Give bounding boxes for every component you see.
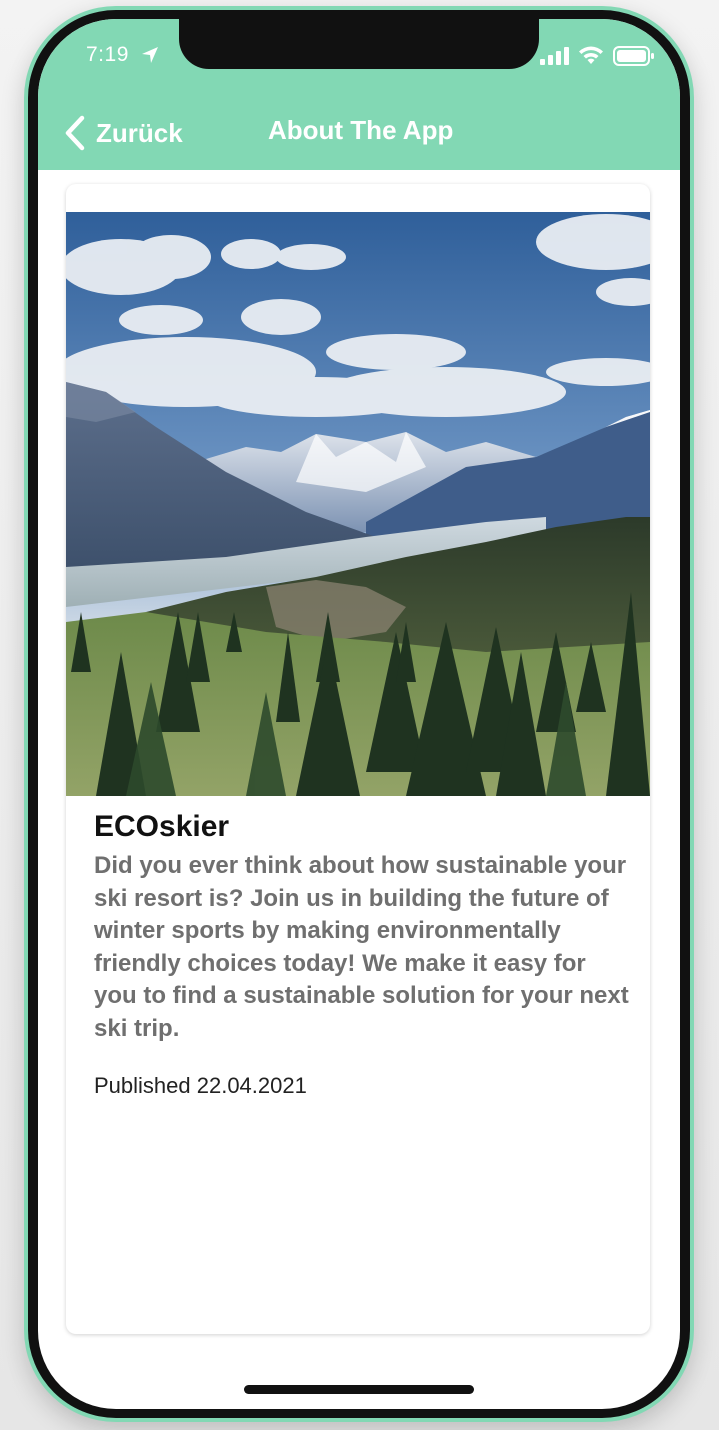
status-time: 7:19	[86, 43, 129, 66]
app-description: Did you ever think about how sustainable…	[94, 852, 629, 1042]
published-date: Published 22.04.2021	[94, 1073, 307, 1098]
page-title: About The App	[268, 115, 454, 145]
home-indicator[interactable]	[244, 1385, 474, 1394]
device-notch	[179, 19, 539, 69]
back-button[interactable]: Zurück	[64, 111, 183, 155]
wifi-icon	[579, 46, 603, 64]
chevron-left-icon	[65, 115, 85, 151]
mountain-landscape-image	[66, 212, 650, 796]
back-button-label: Zurück	[96, 117, 183, 148]
about-card: ECOskier Did you ever think about how su…	[66, 184, 650, 1334]
app-screen: 7:19 Zurück About The App ECOskier Did y…	[38, 19, 680, 1409]
location-arrow-icon	[142, 47, 158, 63]
navigation-header: 7:19 Zurück About The App	[38, 19, 680, 170]
cellular-signal-icon	[540, 47, 569, 65]
app-name-heading: ECOskier	[94, 810, 230, 843]
battery-icon	[613, 46, 654, 66]
page-background: 7:19 Zurück About The App ECOskier Did y…	[0, 0, 719, 1430]
